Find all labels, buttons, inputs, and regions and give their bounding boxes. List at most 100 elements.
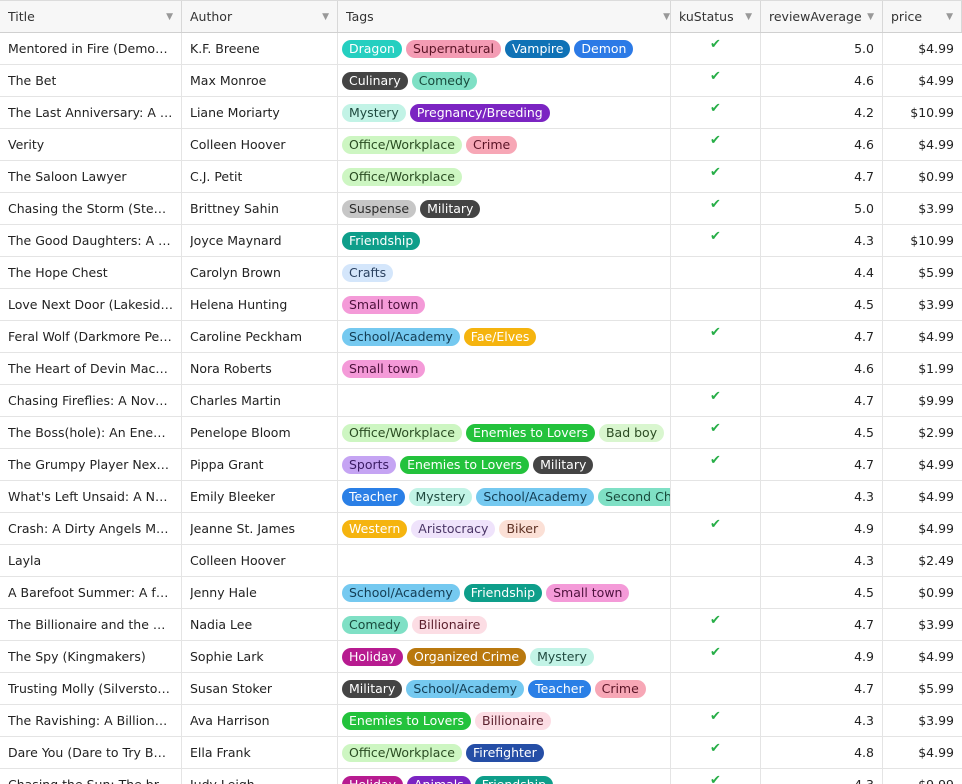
table-row[interactable]: The Boss(hole): An Enemie... Penelope Blo… <box>0 417 962 449</box>
chevron-down-icon[interactable]: ▼ <box>745 12 752 22</box>
review-average-cell[interactable]: 4.3 <box>761 705 883 736</box>
price-cell[interactable]: $4.99 <box>883 33 962 64</box>
price-cell[interactable]: $3.99 <box>883 609 962 640</box>
tags-cell[interactable]: Small town <box>338 353 671 384</box>
table-row[interactable]: The Saloon Lawyer C.J. Petit Office/Workpl… <box>0 161 962 193</box>
column-header-reviewAverage[interactable]: reviewAverage ▼ <box>761 1 883 32</box>
title-cell[interactable]: The Saloon Lawyer <box>0 161 182 192</box>
table-row[interactable]: The Billionaire and the Run... Nadia Lee C… <box>0 609 962 641</box>
tags-cell[interactable]: Dragon Supernatural Vampire Demon <box>338 33 671 64</box>
tags-cell[interactable]: Office/Workplace Firefighter <box>338 737 671 768</box>
table-row[interactable]: The Heart of Devin Mackad... Nora Roberts… <box>0 353 962 385</box>
column-header-kuStatus[interactable]: kuStatus ▼ <box>671 1 761 32</box>
ku-status-cell[interactable]: ✔ <box>671 225 761 256</box>
ku-status-cell[interactable] <box>671 577 761 608</box>
table-row[interactable]: The Ravishing: A Billionaire... Ava Harri… <box>0 705 962 737</box>
tags-cell[interactable]: Holiday Animals Friendship <box>338 769 671 784</box>
price-cell[interactable]: $0.99 <box>883 577 962 608</box>
chevron-down-icon[interactable]: ▼ <box>867 12 874 22</box>
table-row[interactable]: The Good Daughters: A No... Joyce Maynard… <box>0 225 962 257</box>
review-average-cell[interactable]: 4.9 <box>761 513 883 544</box>
title-cell[interactable]: Trusting Molly (Silverstone ... <box>0 673 182 704</box>
review-average-cell[interactable]: 4.5 <box>761 289 883 320</box>
tags-cell[interactable]: Enemies to Lovers Billionaire <box>338 705 671 736</box>
tags-cell[interactable]: Comedy Billionaire <box>338 609 671 640</box>
ku-status-cell[interactable]: ✔ <box>671 737 761 768</box>
review-average-cell[interactable]: 4.3 <box>761 481 883 512</box>
author-cell[interactable]: Liane Moriarty <box>182 97 338 128</box>
tags-cell[interactable]: Office/Workplace Crime <box>338 129 671 160</box>
review-average-cell[interactable]: 4.2 <box>761 97 883 128</box>
title-cell[interactable]: Chasing the Sun: The bran... <box>0 769 182 784</box>
price-cell[interactable]: $4.99 <box>883 129 962 160</box>
tags-cell[interactable]: Holiday Organized Crime Mystery <box>338 641 671 672</box>
table-row[interactable]: The Grumpy Player Next D... Pippa Grant Sp… <box>0 449 962 481</box>
chevron-down-icon[interactable]: ▼ <box>166 12 173 22</box>
ku-status-cell[interactable] <box>671 673 761 704</box>
ku-status-cell[interactable]: ✔ <box>671 385 761 416</box>
ku-status-cell[interactable]: ✔ <box>671 33 761 64</box>
table-row[interactable]: Verity Colleen Hoover Office/Workplace Crim… <box>0 129 962 161</box>
column-header-price[interactable]: price ▼ <box>883 1 962 32</box>
ku-status-cell[interactable] <box>671 257 761 288</box>
title-cell[interactable]: Chasing the Storm (Stealth... <box>0 193 182 224</box>
tags-cell[interactable]: Culinary Comedy <box>338 65 671 96</box>
tags-cell[interactable]: Sports Enemies to Lovers Military <box>338 449 671 480</box>
ku-status-cell[interactable]: ✔ <box>671 417 761 448</box>
review-average-cell[interactable]: 4.6 <box>761 129 883 160</box>
title-cell[interactable]: Chasing Fireflies: A Novel ... <box>0 385 182 416</box>
price-cell[interactable]: $9.99 <box>883 385 962 416</box>
ku-status-cell[interactable]: ✔ <box>671 65 761 96</box>
tags-cell[interactable]: Crafts <box>338 257 671 288</box>
review-average-cell[interactable]: 5.0 <box>761 193 883 224</box>
chevron-down-icon[interactable]: ▼ <box>663 12 670 22</box>
table-row[interactable]: The Last Anniversary: A N... Liane Moriar… <box>0 97 962 129</box>
ku-status-cell[interactable] <box>671 481 761 512</box>
tags-cell[interactable] <box>338 385 671 416</box>
column-header-title[interactable]: Title ▼ <box>0 1 182 32</box>
tags-cell[interactable]: TeacherMysterySchool/AcademySecond Chanc… <box>338 481 671 512</box>
author-cell[interactable]: Caroline Peckham <box>182 321 338 352</box>
price-cell[interactable]: $5.99 <box>883 257 962 288</box>
price-cell[interactable]: $2.49 <box>883 545 962 576</box>
tags-cell[interactable]: Friendship <box>338 225 671 256</box>
price-cell[interactable]: $4.99 <box>883 65 962 96</box>
price-cell[interactable]: $3.99 <box>883 705 962 736</box>
ku-status-cell[interactable]: ✔ <box>671 769 761 784</box>
table-row[interactable]: Chasing the Storm (Stealth... Brittney Sa… <box>0 193 962 225</box>
tags-cell[interactable]: Small town <box>338 289 671 320</box>
review-average-cell[interactable]: 4.7 <box>761 449 883 480</box>
title-cell[interactable]: The Boss(hole): An Enemie... <box>0 417 182 448</box>
price-cell[interactable]: $4.99 <box>883 481 962 512</box>
table-row[interactable]: A Barefoot Summer: A feel... Jenny Hale Sc… <box>0 577 962 609</box>
price-cell[interactable]: $3.99 <box>883 289 962 320</box>
table-row[interactable]: Chasing the Sun: The bran... Judy Leigh Ho… <box>0 769 962 784</box>
author-cell[interactable]: C.J. Petit <box>182 161 338 192</box>
review-average-cell[interactable]: 4.3 <box>761 545 883 576</box>
review-average-cell[interactable]: 4.7 <box>761 161 883 192</box>
ku-status-cell[interactable]: ✔ <box>671 705 761 736</box>
ku-status-cell[interactable] <box>671 353 761 384</box>
author-cell[interactable]: Ella Frank <box>182 737 338 768</box>
author-cell[interactable]: Pippa Grant <box>182 449 338 480</box>
tags-cell[interactable]: Office/Workplace Enemies to Lovers Bad boy <box>338 417 671 448</box>
tags-cell[interactable]: School/Academy Fae/Elves <box>338 321 671 352</box>
title-cell[interactable]: Love Next Door (Lakeside ... <box>0 289 182 320</box>
review-average-cell[interactable]: 4.5 <box>761 577 883 608</box>
table-row[interactable]: Feral Wolf (Darkmore Penit... Caroline Pe… <box>0 321 962 353</box>
author-cell[interactable]: Nadia Lee <box>182 609 338 640</box>
tags-cell[interactable]: Military School/Academy Teacher Crime <box>338 673 671 704</box>
title-cell[interactable]: The Last Anniversary: A N... <box>0 97 182 128</box>
column-header-tags[interactable]: Tags ▼ <box>338 1 671 32</box>
author-cell[interactable]: Penelope Bloom <box>182 417 338 448</box>
price-cell[interactable]: $0.99 <box>883 161 962 192</box>
review-average-cell[interactable]: 4.6 <box>761 353 883 384</box>
review-average-cell[interactable]: 4.7 <box>761 609 883 640</box>
tags-cell[interactable] <box>338 545 671 576</box>
author-cell[interactable]: Jenny Hale <box>182 577 338 608</box>
author-cell[interactable]: Charles Martin <box>182 385 338 416</box>
review-average-cell[interactable]: 4.9 <box>761 641 883 672</box>
title-cell[interactable]: The Bet <box>0 65 182 96</box>
price-cell[interactable]: $4.99 <box>883 737 962 768</box>
ku-status-cell[interactable] <box>671 289 761 320</box>
